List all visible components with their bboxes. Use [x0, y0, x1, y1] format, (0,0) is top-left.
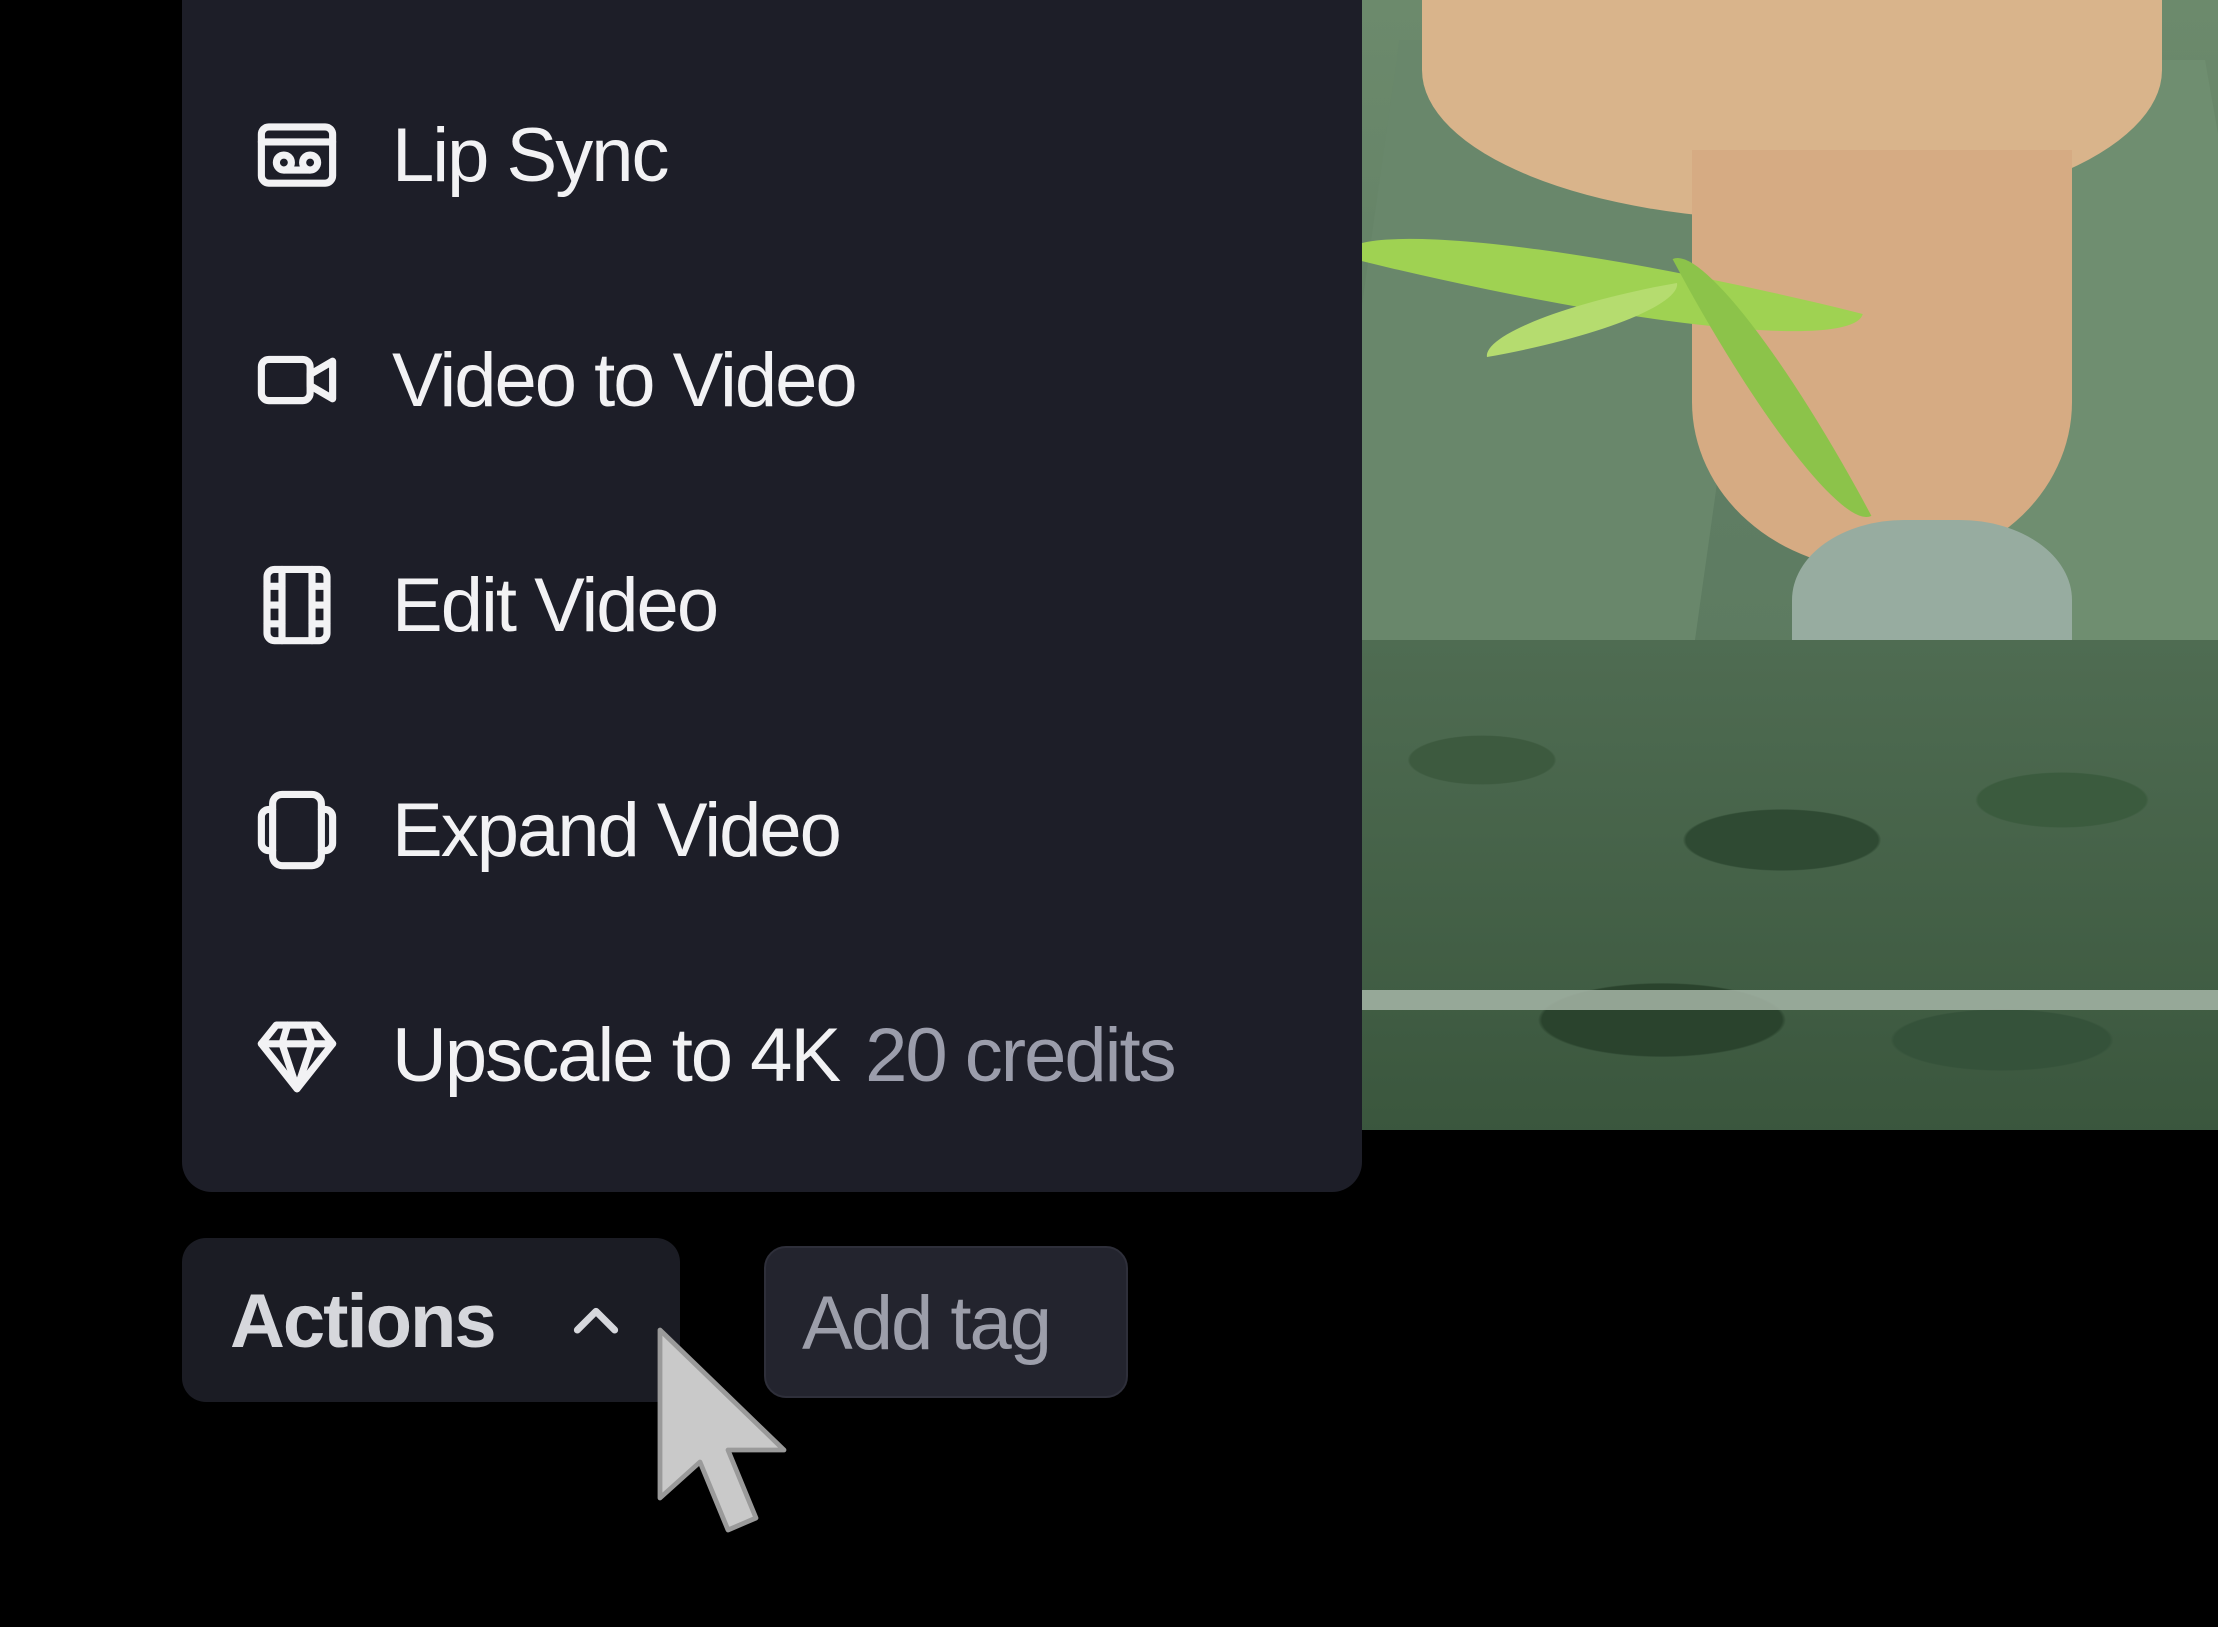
menu-item-label: Expand Video	[392, 787, 842, 873]
menu-item-label: Upscale to 4K	[392, 1012, 841, 1098]
actions-button-label: Actions	[230, 1279, 497, 1364]
add-tag-label: Add tag	[802, 1281, 1052, 1366]
video-camera-icon	[252, 335, 342, 425]
menu-item-label: Edit Video	[392, 562, 719, 648]
diamond-icon	[252, 1010, 342, 1100]
mouse-cursor-icon	[648, 1322, 808, 1562]
actions-button[interactable]: Actions	[182, 1238, 680, 1402]
menu-item-video-to-video[interactable]: Video to Video	[182, 290, 1362, 470]
actions-menu: Lip Sync Video to Video Edit Video Expan…	[182, 0, 1362, 1192]
chevron-up-icon	[564, 1290, 628, 1354]
add-tag-button[interactable]: Add tag	[764, 1246, 1128, 1398]
video-thumbnail	[1362, 0, 2218, 1130]
menu-item-edit-video[interactable]: Edit Video	[182, 515, 1362, 695]
credits-cost: 20 credits	[865, 1012, 1176, 1098]
lip-sync-icon	[252, 110, 342, 200]
menu-item-label: Lip Sync	[392, 112, 669, 198]
expand-frame-icon	[252, 785, 342, 875]
film-strip-icon	[252, 560, 342, 650]
menu-item-expand-video[interactable]: Expand Video	[182, 740, 1362, 920]
menu-item-label: Video to Video	[392, 337, 858, 423]
menu-item-upscale-4k[interactable]: Upscale to 4K 20 credits	[182, 965, 1362, 1145]
menu-item-lip-sync[interactable]: Lip Sync	[182, 65, 1362, 245]
